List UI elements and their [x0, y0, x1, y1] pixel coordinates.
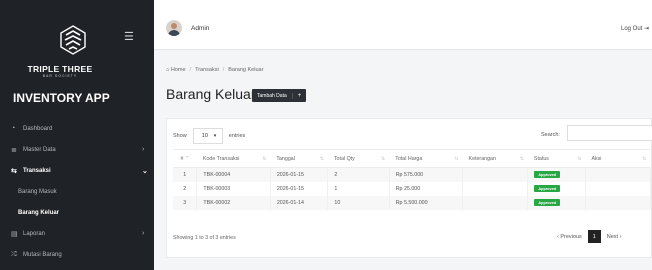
report-icon: ▤: [11, 230, 18, 238]
cell-number: 2: [173, 181, 198, 196]
cell-number: 3: [173, 195, 198, 210]
sidebar-item-mutasi-barang[interactable]: ⤮ Mutasi Barang: [0, 244, 154, 265]
status-badge: Approved: [534, 185, 561, 192]
user-name: Admin: [191, 25, 210, 32]
cell-harga: Rp 575.000: [389, 167, 464, 182]
cell-harga: Rp 25.000: [389, 181, 464, 196]
table-row: 1 TBK-00004 2026-01-15 2 Rp 575.000 Appr…: [173, 167, 652, 182]
sidebar-item-label: Barang Keluar: [18, 209, 60, 216]
cell-qty: 2: [327, 167, 390, 182]
column-header-kode[interactable]: Kode Transaksi ⇅: [196, 149, 271, 168]
chevron-right-icon: ›: [142, 230, 145, 237]
search-input[interactable]: [567, 125, 652, 141]
column-header-number[interactable]: # ⌃: [173, 149, 197, 168]
database-icon: ≣: [11, 146, 17, 154]
column-header-tanggal[interactable]: Tanggal ⇅: [270, 149, 328, 168]
pagination: ‹ Previous 1 Next ›: [557, 230, 621, 243]
brand-block: ☰ TRIPLE THREE BAR SOCIETY INVENTORY APP: [0, 0, 154, 118]
cell-keterangan: [462, 195, 529, 210]
entries-label: entries: [228, 133, 246, 139]
sidebar-nav: ◔ Dashboard ≣ Master Data › ⇆ Transaksi …: [0, 118, 154, 265]
plus-icon: +: [291, 92, 307, 99]
column-header-qty[interactable]: Total Qty ⇅: [327, 149, 390, 168]
sidebar-item-dashboard[interactable]: ◔ Dashboard: [0, 118, 154, 139]
logout-button[interactable]: Log Out ⇥: [621, 25, 649, 32]
show-label: Show: [173, 133, 187, 139]
sidebar-item-laporan[interactable]: ▤ Laporan ›: [0, 223, 154, 244]
next-button[interactable]: Next ›: [607, 234, 622, 240]
sidebar-item-label: Transaksi: [23, 167, 51, 174]
dashboard-icon: ◔: [11, 125, 16, 132]
sidebar-item-label: Laporan: [23, 230, 46, 237]
column-header-harga[interactable]: Total Harga ⇅: [389, 149, 463, 168]
cell-aksi: [585, 167, 652, 182]
exchange-icon: ⇆: [11, 167, 17, 175]
cell-status: Approved: [527, 167, 586, 182]
breadcrumb-transaksi[interactable]: Transaksi: [195, 67, 219, 73]
add-data-label: Tambah Data: [257, 92, 287, 99]
column-header-aksi[interactable]: Aksi ⇅: [585, 149, 651, 168]
entries-control: Show 10 ▾ entries: [173, 128, 245, 144]
sidebar-item-label: Mutasi Barang: [23, 251, 62, 258]
app-title: INVENTORY APP: [13, 91, 110, 105]
cell-kode: TBK-00002: [196, 195, 271, 210]
transactions-table: # ⌃ Kode Transaksi ⇅ Tanggal ⇅ Total Qty ⇅ …: [173, 149, 652, 210]
cell-status: Approved: [527, 195, 586, 210]
sidebar-item-label: Master Data: [23, 146, 56, 153]
cell-aksi: [585, 181, 652, 196]
cell-kode: TBK-00004: [196, 167, 271, 182]
menu-toggle-icon[interactable]: ☰: [124, 30, 134, 43]
cell-keterangan: [462, 181, 529, 196]
page-title: Barang Keluar: [166, 86, 256, 102]
status-badge: Approved: [534, 199, 561, 206]
page-1-button[interactable]: 1: [587, 230, 601, 243]
sidebar-item-label: Dashboard: [23, 125, 53, 132]
breadcrumb: ⌂ Home / Transaksi / Barang Keluar: [166, 67, 264, 73]
entries-select[interactable]: 10 ▾: [192, 128, 223, 144]
cell-tanggal: 2026-01-14: [270, 195, 329, 210]
chevron-down-icon: ▾: [213, 133, 217, 139]
sidebar-item-master-data[interactable]: ≣ Master Data ›: [0, 139, 154, 160]
column-header-keterangan[interactable]: Keterangan ⇅: [462, 149, 528, 168]
data-table-card: Show 10 ▾ entries Search: # ⌃ Kode Trans…: [166, 118, 652, 258]
cell-harga: Rp 5.500.000: [389, 195, 464, 210]
entries-value: 10: [201, 133, 208, 139]
search-label: Search:: [541, 132, 560, 138]
cell-tanggal: 2026-01-15: [270, 181, 329, 196]
home-icon: ⌂: [166, 67, 170, 73]
chevron-down-icon: ⌄: [142, 167, 148, 175]
logout-icon: ⇥: [644, 26, 650, 32]
avatar[interactable]: [166, 20, 182, 36]
brand-name: TRIPLE THREE: [27, 64, 93, 74]
breadcrumb-current: Barang Keluar: [228, 67, 264, 73]
cell-qty: 10: [327, 195, 390, 210]
table-row: 2 TBK-00003 2026-01-15 1 Rp 25.000 Appro…: [173, 181, 652, 196]
cell-keterangan: [462, 167, 529, 182]
cell-qty: 1: [327, 181, 390, 196]
sidebar: ☰ TRIPLE THREE BAR SOCIETY INVENTORY APP…: [0, 0, 154, 270]
table-row: 3 TBK-00002 2026-01-14 10 Rp 5.500.000 A…: [173, 195, 652, 210]
column-header-status[interactable]: Status ⇅: [527, 149, 586, 168]
cell-status: Approved: [527, 181, 586, 196]
brand-subtitle: BAR SOCIETY: [42, 74, 78, 78]
cell-number: 1: [173, 167, 198, 182]
sidebar-item-label: Barang Masuk: [18, 188, 57, 195]
sidebar-item-barang-keluar[interactable]: Barang Keluar: [0, 202, 154, 223]
status-badge: Approved: [534, 171, 561, 179]
add-data-button[interactable]: Tambah Data +: [252, 89, 307, 102]
cell-kode: TBK-00003: [196, 181, 271, 196]
topbar: Admin Log Out ⇥: [154, 0, 652, 50]
sidebar-item-transaksi[interactable]: ⇆ Transaksi ⌄: [0, 160, 154, 181]
shuffle-icon: ⤮: [11, 250, 17, 258]
table-info: Showing 1 to 3 of 3 entries: [173, 235, 236, 241]
sidebar-item-barang-masuk[interactable]: Barang Masuk: [0, 181, 154, 202]
table-header-row: # ⌃ Kode Transaksi ⇅ Tanggal ⇅ Total Qty ⇅ …: [173, 149, 651, 168]
cell-aksi: [585, 195, 652, 210]
breadcrumb-home[interactable]: Home: [171, 67, 186, 73]
cell-tanggal: 2026-01-15: [270, 167, 329, 182]
logout-label: Log Out: [621, 26, 643, 32]
brand-logo-icon: [60, 25, 86, 55]
chevron-right-icon: ›: [142, 146, 145, 153]
previous-button[interactable]: ‹ Previous: [557, 234, 582, 240]
